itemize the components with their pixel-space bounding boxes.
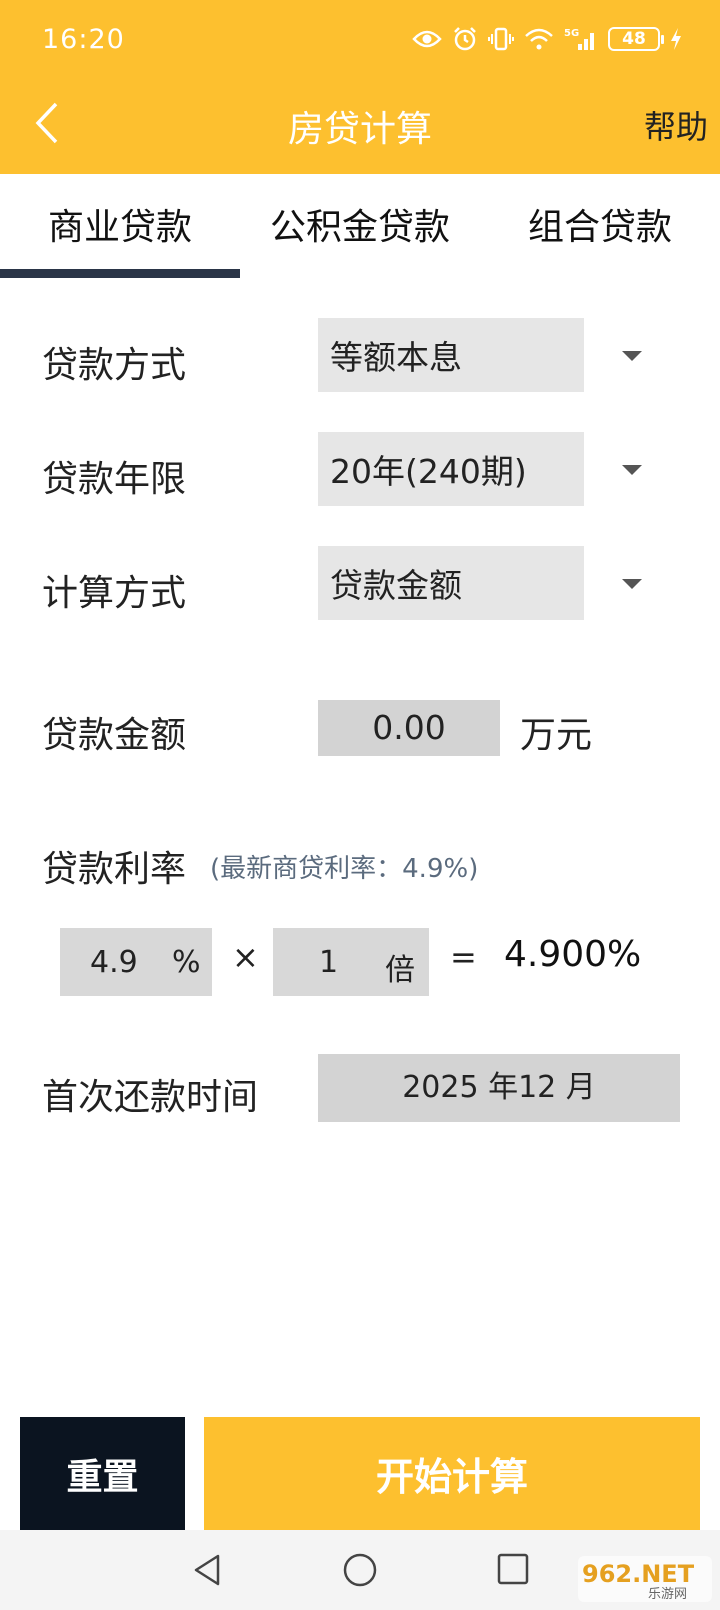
chevron-down-icon[interactable] — [622, 351, 642, 361]
base-rate-input[interactable]: 4.9 % — [60, 928, 212, 996]
tab-provident-fund-loan[interactable]: 公积金贷款 — [240, 174, 480, 278]
loan-amount-unit: 万元 — [520, 715, 593, 756]
base-rate-value: 4.9 — [90, 945, 138, 980]
rate-multiplier-unit: 倍 — [385, 953, 415, 988]
start-calculate-button[interactable]: 开始计算 — [204, 1417, 700, 1530]
loan-term-select[interactable]: 20年(240期) — [318, 432, 584, 506]
alarm-icon — [452, 26, 478, 52]
charging-icon — [670, 27, 682, 51]
status-icons: 5G 48 — [412, 26, 682, 52]
loan-amount-input[interactable]: 0.00 — [318, 700, 500, 756]
base-rate-unit: % — [172, 945, 201, 980]
nav-recents-icon[interactable] — [496, 1552, 530, 1590]
status-time: 16:20 — [42, 24, 125, 55]
vibrate-icon — [488, 26, 514, 52]
first-payment-date-picker[interactable]: 2025 年12 月 — [318, 1054, 680, 1122]
calc-method-label: 计算方式 — [42, 573, 187, 614]
loan-type-tabs: 商业贷款 公积金贷款 组合贷款 — [0, 174, 720, 278]
loan-rate-label: 贷款利率 — [42, 849, 187, 890]
svg-text:5G: 5G — [564, 28, 579, 39]
page-title: 房贷计算 — [287, 109, 432, 150]
latest-rate-note: (最新商贷利率：4.9%) — [210, 854, 479, 884]
tab-combined-loan[interactable]: 组合贷款 — [480, 174, 720, 278]
loan-amount-label: 贷款金额 — [42, 715, 187, 756]
reset-button[interactable]: 重置 — [20, 1417, 185, 1530]
nav-back-icon[interactable] — [190, 1552, 224, 1592]
wifi-icon — [524, 27, 554, 51]
first-payment-label: 首次还款时间 — [42, 1077, 259, 1118]
nav-home-icon[interactable] — [342, 1552, 378, 1592]
loan-method-select[interactable]: 等额本息 — [318, 318, 584, 392]
help-button[interactable]: 帮助 — [644, 102, 708, 148]
battery-icon: 48 — [608, 27, 664, 51]
tab-commercial-loan[interactable]: 商业贷款 — [0, 174, 240, 278]
loan-method-label: 贷款方式 — [42, 345, 187, 386]
calc-method-select[interactable]: 贷款金额 — [318, 546, 584, 620]
equals-symbol: = — [450, 938, 477, 976]
chevron-down-icon[interactable] — [622, 465, 642, 475]
app-header: 16:20 5G 48 房贷计算 帮助 — [0, 0, 720, 174]
eye-icon — [412, 28, 442, 50]
chevron-down-icon[interactable] — [622, 579, 642, 589]
times-symbol: × — [232, 938, 259, 976]
rate-multiplier-input[interactable]: 1 倍 — [273, 928, 429, 996]
effective-rate-result: 4.900% — [504, 934, 642, 975]
rate-multiplier-value: 1 — [319, 945, 339, 980]
site-watermark-logo: 962.NET 乐游网 — [578, 1556, 712, 1602]
loan-term-label: 贷款年限 — [42, 459, 187, 500]
signal-5g-icon: 5G — [564, 26, 598, 52]
watermark-text-top: 962.NET — [582, 1560, 695, 1588]
watermark-text-bottom: 乐游网 — [648, 1587, 687, 1602]
